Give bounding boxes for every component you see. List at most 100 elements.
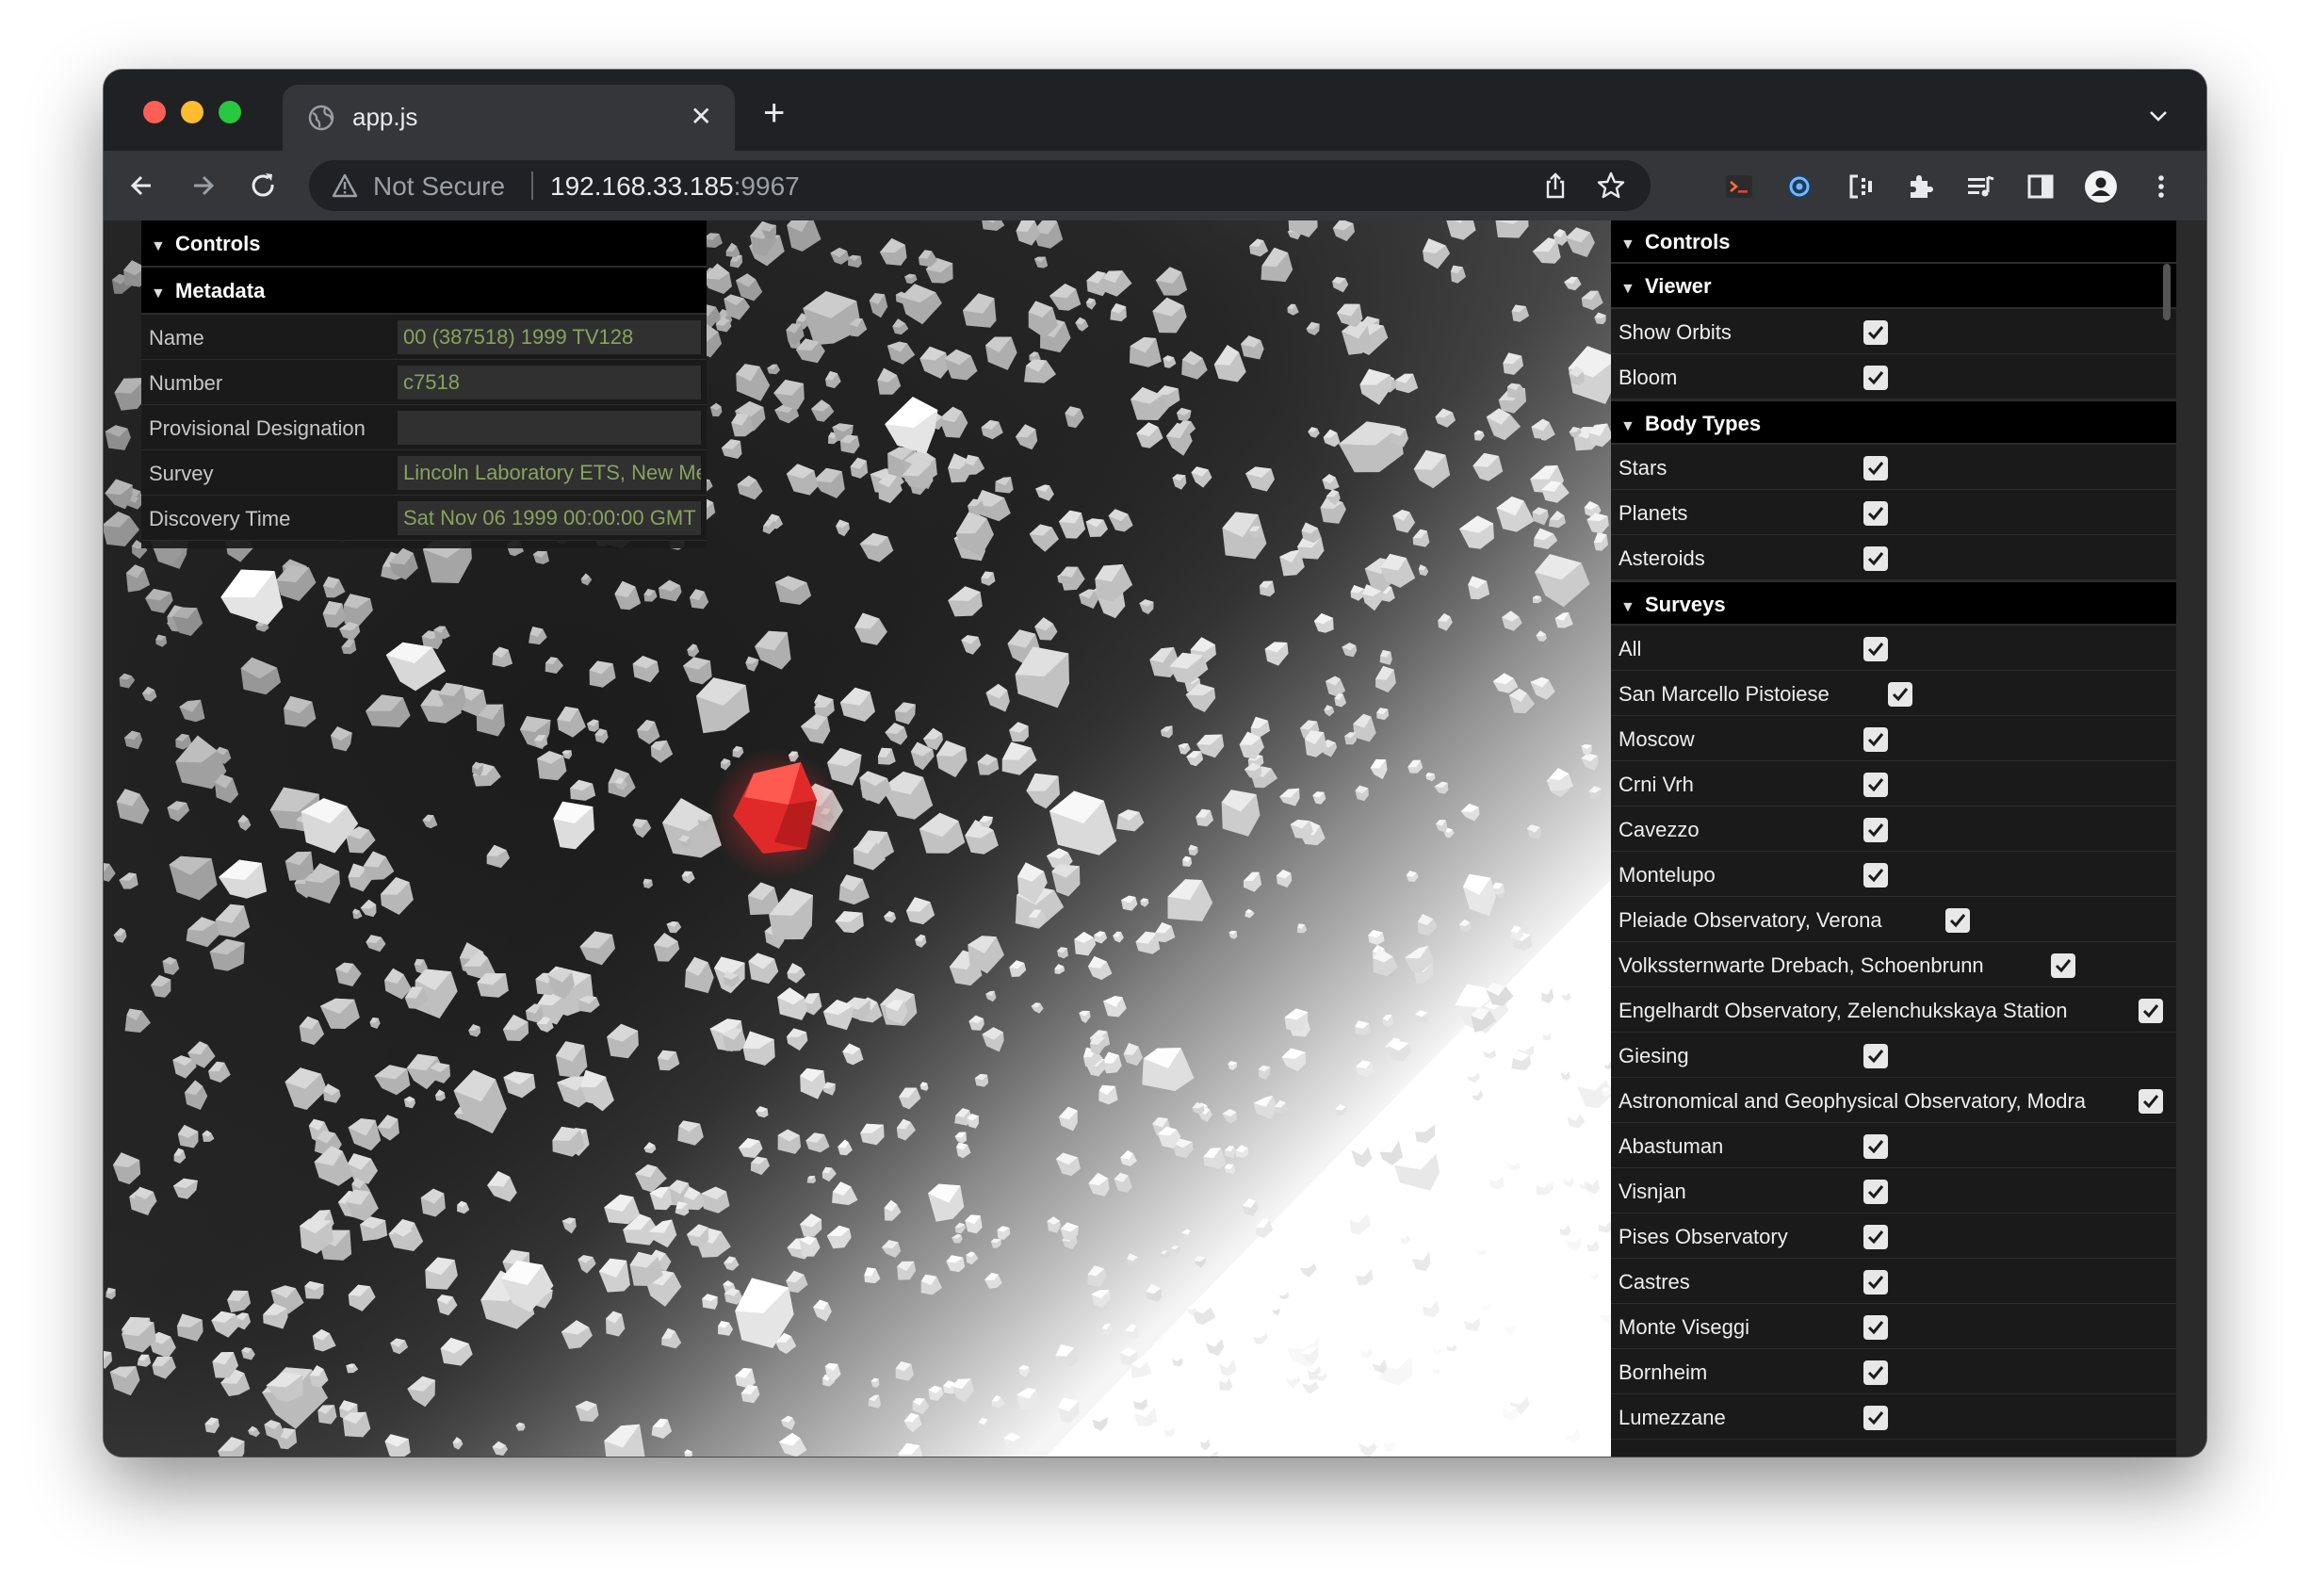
- checkbox-row[interactable]: Asteroids: [1611, 535, 2176, 580]
- checkbox-row[interactable]: Engelhardt Observatory, Zelenchukskaya S…: [1611, 987, 2176, 1033]
- close-tab-icon[interactable]: ✕: [691, 100, 712, 134]
- address-bar[interactable]: Not Secure 192.168.33.185:9967: [309, 160, 1651, 211]
- checkbox-row[interactable]: Pleiade Observatory, Verona: [1611, 897, 2176, 942]
- metadata-folder-header[interactable]: ▼ Metadata: [141, 268, 707, 315]
- bookmark-star-icon[interactable]: [1596, 171, 1626, 201]
- checkbox[interactable]: [1863, 366, 1888, 390]
- checkbox-row[interactable]: All: [1611, 626, 2176, 671]
- checkbox[interactable]: [1863, 1315, 1888, 1340]
- metadata-value-field[interactable]: Sat Nov 06 1999 00:00:00 GMT: [398, 501, 701, 535]
- checkbox-row[interactable]: Crni Vrh: [1611, 761, 2176, 806]
- puzzle-extensions-icon[interactable]: [1903, 170, 1937, 204]
- checkbox[interactable]: [1863, 637, 1888, 661]
- checkbox-row[interactable]: Visnjan: [1611, 1168, 2176, 1213]
- checkbox-row[interactable]: Astronomical and Geophysical Observatory…: [1611, 1078, 2176, 1123]
- more-menu-icon[interactable]: [2144, 170, 2178, 204]
- checkmark-icon: [2142, 1095, 2159, 1109]
- minimize-window-button[interactable]: [181, 101, 203, 123]
- checkbox[interactable]: [1863, 320, 1888, 345]
- forward-button[interactable]: [181, 164, 224, 207]
- metadata-title: Metadata: [175, 279, 266, 302]
- checkbox[interactable]: [1863, 1044, 1888, 1068]
- chevron-down-icon[interactable]: [2148, 106, 2169, 126]
- side-panel-icon[interactable]: [2024, 170, 2058, 204]
- body-types-title: Body Types: [1645, 412, 1762, 435]
- checkbox[interactable]: [1863, 1360, 1888, 1385]
- terminal-extension-icon[interactable]: [1722, 170, 1756, 204]
- css-extension-icon[interactable]: [1843, 170, 1877, 204]
- checkbox[interactable]: [1863, 727, 1888, 752]
- checkmark-icon: [1867, 1140, 1884, 1154]
- checkbox-row[interactable]: Bloom: [1611, 354, 2176, 399]
- checkbox-row[interactable]: San Marcello Pistoiese: [1611, 671, 2176, 716]
- metadata-value-field[interactable]: [398, 411, 701, 445]
- checkbox-row[interactable]: Planets: [1611, 490, 2176, 535]
- zoom-window-button[interactable]: [219, 101, 241, 123]
- checkbox-row[interactable]: Lumezzane: [1611, 1394, 2176, 1440]
- checkbox-label: Monte Viseggi: [1619, 1315, 1750, 1339]
- survey-options: All San Marcello Pistoiese Moscow Crni Vrh C…: [1611, 626, 2176, 1440]
- checkbox-row[interactable]: Bornheim: [1611, 1349, 2176, 1394]
- new-tab-button[interactable]: +: [763, 94, 785, 132]
- reload-button[interactable]: [241, 164, 285, 207]
- chevron-down-icon: ▼: [1620, 236, 1635, 252]
- back-arrow-icon: [130, 175, 151, 196]
- checkbox[interactable]: [1863, 1134, 1888, 1159]
- checkbox[interactable]: [1863, 546, 1888, 571]
- share-icon[interactable]: [1541, 171, 1570, 200]
- profile-avatar-icon[interactable]: [2084, 170, 2118, 204]
- metadata-value-field[interactable]: 00 (387518) 1999 TV128: [398, 320, 701, 354]
- checkbox-row[interactable]: Moscow: [1611, 716, 2176, 761]
- body-types-folder-header[interactable]: ▼ Body Types: [1611, 399, 2176, 445]
- metadata-row: Survey Lincoln Laboratory ETS, New Mexico: [141, 450, 707, 496]
- checkbox[interactable]: [2139, 1089, 2163, 1114]
- aperture-extension-icon[interactable]: [1782, 170, 1816, 204]
- checkbox-row[interactable]: Abastuman: [1611, 1123, 2176, 1168]
- checkbox-row[interactable]: Montelupo: [1611, 852, 2176, 897]
- checkbox-label: Stars: [1619, 456, 1667, 480]
- back-button[interactable]: [121, 164, 164, 207]
- chevron-down-icon: ▼: [151, 285, 166, 301]
- checkbox-label: Abastuman: [1619, 1134, 1724, 1158]
- checkbox[interactable]: [1863, 1180, 1888, 1204]
- tab-app-js[interactable]: app.js ✕: [283, 85, 735, 151]
- viewer-folder-header[interactable]: ▼ Viewer: [1611, 264, 2176, 309]
- checkmark-icon: [2142, 1004, 2159, 1018]
- checkbox[interactable]: [1863, 456, 1888, 480]
- checkbox-row[interactable]: Stars: [1611, 445, 2176, 490]
- checkbox[interactable]: [2050, 953, 2075, 978]
- close-window-button[interactable]: [143, 101, 166, 123]
- checkbox[interactable]: [1863, 773, 1888, 797]
- checkbox-row[interactable]: Monte Viseggi: [1611, 1304, 2176, 1349]
- checkbox[interactable]: [1863, 863, 1888, 888]
- checkbox-row[interactable]: Show Orbits: [1611, 309, 2176, 354]
- warning-icon: [332, 173, 358, 198]
- media-queue-icon[interactable]: [1963, 170, 1997, 204]
- right-controls-header[interactable]: ▼ Controls: [1611, 220, 2176, 264]
- chevron-down-icon: ▼: [151, 238, 166, 254]
- checkbox-label: Volkssternwarte Drebach, Schoenbrunn: [1619, 953, 1984, 977]
- surveys-folder-header[interactable]: ▼ Surveys: [1611, 580, 2176, 626]
- checkbox[interactable]: [1887, 682, 1912, 707]
- checkbox-row[interactable]: Giesing: [1611, 1033, 2176, 1078]
- metadata-value-field[interactable]: c7518: [398, 366, 701, 399]
- metadata-value-field[interactable]: Lincoln Laboratory ETS, New Mexico: [398, 456, 701, 490]
- panel-scrollbar[interactable]: [2163, 264, 2171, 320]
- checkbox-label: Planets: [1619, 501, 1688, 525]
- checkbox-label: Castres: [1619, 1270, 1690, 1294]
- checkbox[interactable]: [1863, 1406, 1888, 1430]
- checkbox-label: Engelhardt Observatory, Zelenchukskaya S…: [1619, 999, 2068, 1022]
- checkbox[interactable]: [2139, 999, 2163, 1023]
- checkbox-row[interactable]: Castres: [1611, 1259, 2176, 1304]
- left-controls-header[interactable]: ▼ Controls: [141, 220, 707, 268]
- checkbox-row[interactable]: Pises Observatory: [1611, 1213, 2176, 1259]
- checkbox[interactable]: [1863, 1225, 1888, 1249]
- checkbox[interactable]: [1863, 818, 1888, 842]
- checkbox[interactable]: [1863, 1270, 1888, 1295]
- checkbox-row[interactable]: Volkssternwarte Drebach, Schoenbrunn: [1611, 942, 2176, 987]
- checkmark-icon: [1867, 371, 1884, 385]
- checkbox[interactable]: [1863, 501, 1888, 526]
- checkbox[interactable]: [1945, 908, 1971, 933]
- checkbox-row[interactable]: Cavezzo: [1611, 806, 2176, 852]
- metadata-row: Number c7518: [141, 360, 707, 405]
